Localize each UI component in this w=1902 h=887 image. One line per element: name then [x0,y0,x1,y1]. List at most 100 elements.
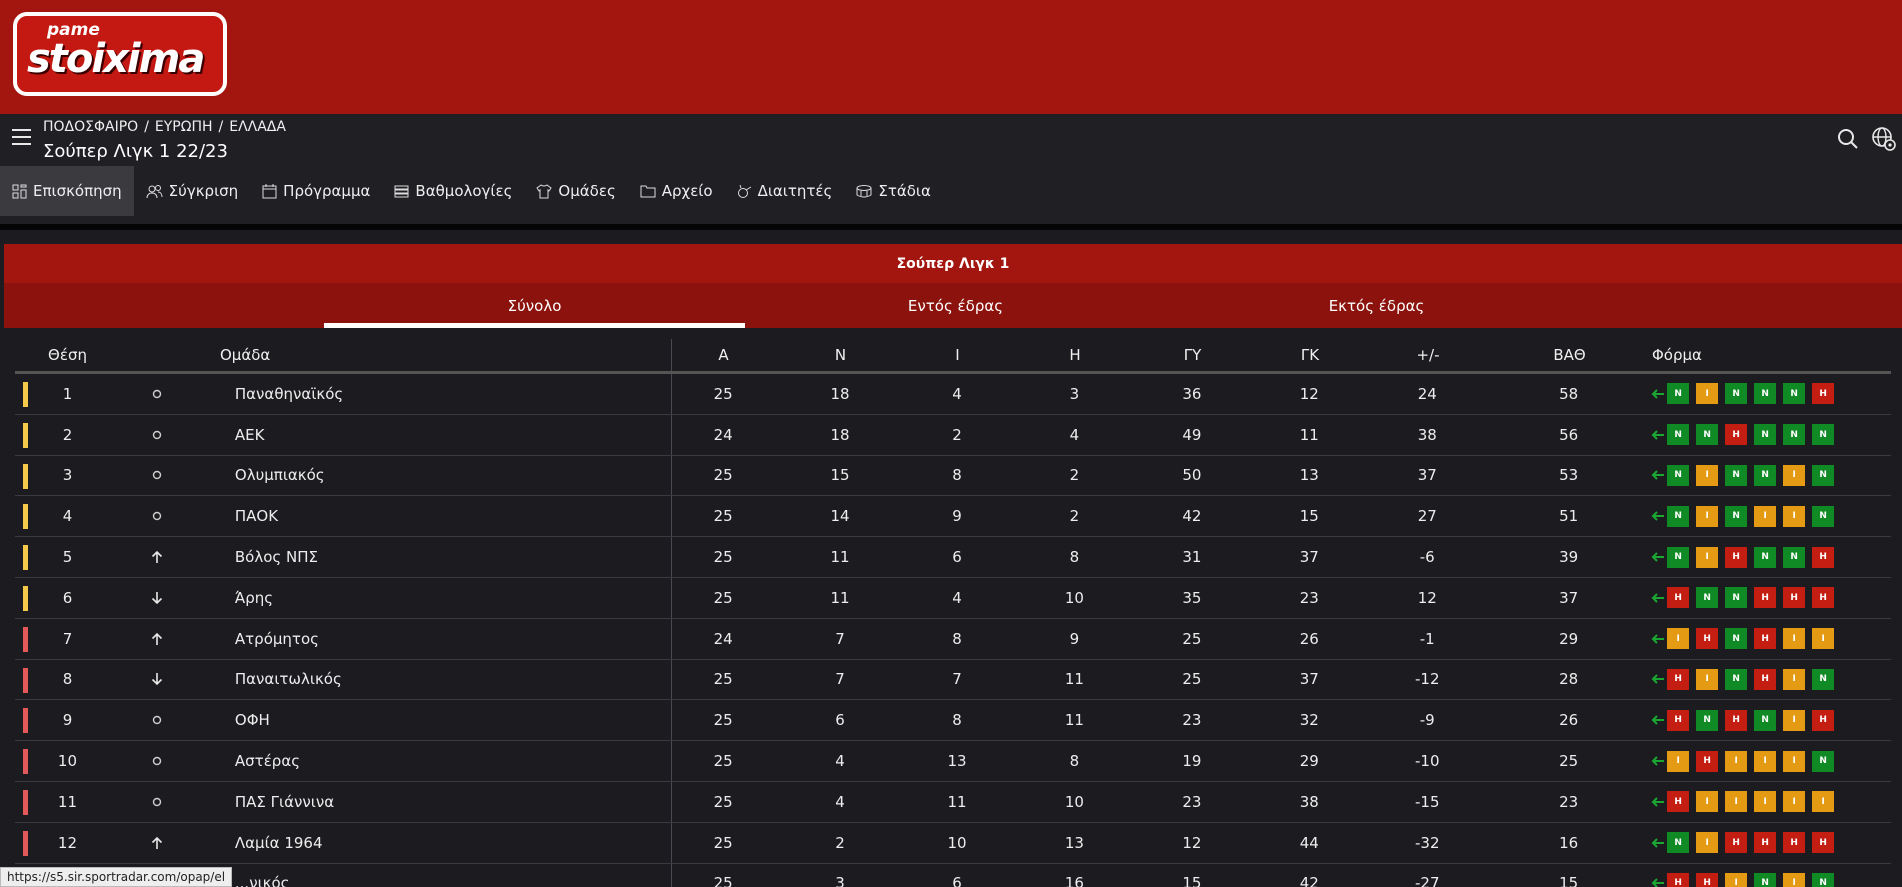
form-pill[interactable]: H [1667,709,1690,731]
form-pill[interactable]: N [1754,709,1777,731]
form-pill[interactable]: I [1725,750,1748,772]
table-row[interactable]: 8 Παναιτωλικός 25 7 7 11 25 37 -12 28 H I N H I N [15,659,1891,701]
form-pill[interactable]: H [1667,587,1690,609]
form-pill[interactable]: N [1754,424,1777,446]
form-pill[interactable]: N [1696,709,1719,731]
form-pill[interactable]: I [1783,709,1806,731]
form-pill[interactable]: N [1725,383,1748,405]
subtab-total[interactable]: Σύνολο [324,283,745,328]
menu-icon[interactable] [12,129,32,145]
tab-schedule[interactable]: Πρόγραμμα [250,166,382,216]
form-pill[interactable]: N [1696,424,1719,446]
col-lost[interactable]: Η [1016,346,1134,364]
form-pill[interactable]: N [1812,750,1835,772]
table-row[interactable]: 12 Λαμία 1964 25 2 10 13 12 44 -32 16 N I H H H H [15,822,1891,864]
form-pill[interactable]: I [1754,791,1777,813]
form-pill[interactable]: H [1667,791,1690,813]
form-pill[interactable]: N [1725,464,1748,486]
form-pill[interactable]: H [1725,709,1748,731]
table-row[interactable]: 6 Άρης 25 11 4 10 35 23 12 37 H N N H H H [15,577,1891,619]
table-row[interactable]: 11 ΠΑΣ Γιάννινα 25 4 11 10 23 38 -15 23 H I I I I I [15,781,1891,823]
cell-team[interactable]: ΟΦΗ [195,711,665,729]
form-pill[interactable]: N [1812,505,1835,527]
cell-team[interactable]: Αστέρας [195,752,665,770]
pame-stoixima-logo[interactable]: pame stoixima [13,12,227,96]
form-pill[interactable]: I [1783,791,1806,813]
form-pill[interactable]: N [1667,464,1690,486]
form-pill[interactable]: I [1783,872,1806,887]
form-pill[interactable]: N [1725,505,1748,527]
tab-comparison[interactable]: Σύγκριση [134,166,251,216]
form-pill[interactable]: I [1696,668,1719,690]
form-pill[interactable]: I [1667,750,1690,772]
form-pill[interactable]: N [1725,628,1748,650]
form-pill[interactable]: N [1667,832,1690,854]
form-pill[interactable]: H [1667,668,1690,690]
table-row[interactable]: 7 Ατρόμητος 24 7 8 9 25 26 -1 29 I H N H I I [15,618,1891,660]
form-pill[interactable]: N [1667,505,1690,527]
form-pill[interactable]: H [1812,383,1835,405]
form-pill[interactable]: H [1812,546,1835,568]
form-pill[interactable]: H [1725,424,1748,446]
table-row[interactable]: 5 Βόλος ΝΠΣ 25 11 6 8 31 37 -6 39 N I H N N H [15,537,1891,578]
cell-team[interactable]: ΠΑΟΚ [195,507,665,525]
col-played[interactable]: Α [665,346,782,364]
form-pill[interactable]: I [1696,464,1719,486]
form-pill[interactable]: I [1696,505,1719,527]
cell-team[interactable]: ΠΑΣ Γιάννινα [195,793,665,811]
form-pill[interactable]: N [1812,424,1835,446]
table-row[interactable]: 3 Ολυμπιακός 25 15 8 2 50 13 37 53 N I N N I N [15,455,1891,497]
form-pill[interactable]: I [1812,628,1835,650]
form-pill[interactable]: H [1667,872,1690,887]
form-pill[interactable]: N [1783,424,1806,446]
form-pill[interactable]: N [1667,383,1690,405]
table-row[interactable]: 9 ΟΦΗ 25 6 8 11 23 32 -9 26 H N H N I H [15,700,1891,742]
form-pill[interactable]: I [1783,464,1806,486]
subtab-home[interactable]: Εντός έδρας [745,283,1166,328]
form-pill[interactable]: N [1754,464,1777,486]
form-pill[interactable]: H [1812,832,1835,854]
form-pill[interactable]: N [1812,668,1835,690]
subtab-away[interactable]: Εκτός έδρας [1166,283,1587,328]
form-pill[interactable]: I [1783,505,1806,527]
form-pill[interactable]: H [1754,668,1777,690]
col-form[interactable]: Φόρμα [1652,346,1802,364]
breadcrumb-country[interactable]: ΕΛΛΑΔΑ [229,119,286,135]
col-drawn[interactable]: Ι [899,346,1016,364]
form-pill[interactable]: I [1783,668,1806,690]
col-position[interactable]: Θέση [15,346,120,364]
form-pill[interactable]: I [1812,791,1835,813]
form-pill[interactable]: N [1812,464,1835,486]
table-row[interactable]: 1 Παναθηναϊκός 25 18 4 3 36 12 24 58 N I N N N H [15,374,1891,415]
form-pill[interactable]: I [1783,750,1806,772]
form-pill[interactable]: I [1783,628,1806,650]
form-pill[interactable]: H [1783,587,1806,609]
form-pill[interactable]: H [1696,750,1719,772]
cell-team[interactable]: Ατρόμητος [195,630,665,648]
form-pill[interactable]: H [1725,546,1748,568]
tab-standings[interactable]: Βαθμολογίες [382,166,524,216]
form-pill[interactable]: N [1754,546,1777,568]
col-goal-diff[interactable]: +/- [1369,346,1487,364]
form-pill[interactable]: H [1754,832,1777,854]
form-pill[interactable]: H [1696,628,1719,650]
form-pill[interactable]: I [1696,832,1719,854]
cell-team[interactable]: Παναιτωλικός [195,670,665,688]
form-pill[interactable]: I [1696,383,1719,405]
form-pill[interactable]: I [1696,791,1719,813]
form-pill[interactable]: N [1667,546,1690,568]
tab-teams[interactable]: Ομάδες [524,166,627,216]
form-pill[interactable]: I [1667,628,1690,650]
col-team[interactable]: Ομάδα [120,346,665,364]
form-pill[interactable]: H [1754,587,1777,609]
search-icon[interactable] [1837,128,1859,150]
form-pill[interactable]: I [1725,791,1748,813]
form-pill[interactable]: N [1783,546,1806,568]
form-pill[interactable]: N [1725,668,1748,690]
globe-settings-icon[interactable] [1871,126,1897,152]
form-pill[interactable]: N [1754,872,1777,887]
form-pill[interactable]: N [1667,424,1690,446]
cell-team[interactable]: Παναθηναϊκός [195,385,665,403]
col-goals-against[interactable]: ΓΚ [1251,346,1369,364]
breadcrumb-sport[interactable]: ΠΟΔΟΣΦΑΙΡΟ [43,119,138,135]
